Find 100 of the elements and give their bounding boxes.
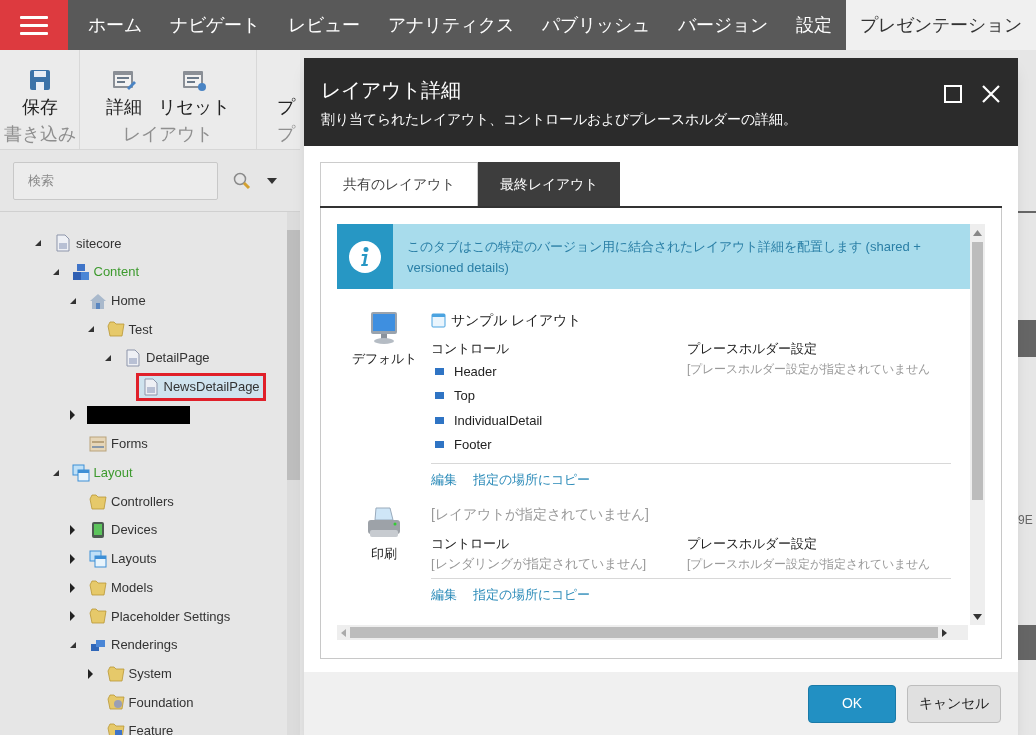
action-link[interactable]: 指定の場所にコピー — [473, 584, 590, 604]
layout-edit-icon — [111, 68, 137, 92]
search-icon[interactable] — [232, 170, 252, 191]
control-icon — [435, 416, 444, 424]
collapse-arrow-icon[interactable] — [86, 325, 95, 334]
ribbon-group-label: 書き込み — [3, 125, 76, 143]
menu-tab[interactable]: バージョン — [664, 0, 782, 50]
info-icon — [348, 239, 382, 274]
action-link[interactable]: 編集 — [431, 584, 457, 604]
ok-button[interactable]: OK — [808, 684, 896, 723]
tree-item[interactable]: Renderings — [83, 631, 184, 659]
menu-tab[interactable]: パブリッシュ — [528, 0, 664, 50]
close-icon[interactable] — [981, 84, 1001, 104]
control-name[interactable]: IndividualDetail — [454, 410, 543, 430]
control-name[interactable]: Top — [454, 386, 475, 406]
tree-item[interactable]: Devices — [83, 516, 164, 544]
device-name: 印刷 — [371, 544, 397, 563]
search-field[interactable]: 検索 — [13, 161, 218, 200]
ribbon-group-label: プ — [277, 125, 295, 143]
maximize-icon[interactable] — [943, 84, 963, 104]
house-icon — [89, 291, 107, 310]
folder-block-icon — [106, 722, 125, 735]
page-icon — [124, 349, 142, 368]
printer-icon — [366, 505, 402, 540]
cancel-button[interactable]: キャンセル — [907, 684, 1001, 723]
layout-name[interactable]: サンプル レイアウト — [451, 309, 581, 331]
folder-icon — [89, 578, 107, 597]
ribbon-button[interactable]: リセット — [158, 68, 230, 125]
tree-item[interactable]: Models — [83, 573, 159, 602]
vertical-scrollbar[interactable] — [970, 224, 985, 625]
tree-item[interactable]: Layouts — [83, 545, 163, 573]
scrollbar[interactable] — [287, 212, 300, 735]
ribbon-button[interactable]: 保存 — [21, 68, 58, 125]
windows-icon — [71, 463, 90, 482]
control-name[interactable]: Footer — [454, 435, 492, 455]
menu-icon — [20, 15, 48, 35]
action-link[interactable]: 指定の場所にコピー — [473, 470, 590, 490]
collapse-arrow-icon[interactable] — [104, 354, 112, 363]
expand-arrow-icon[interactable] — [69, 553, 76, 564]
expand-arrow-icon[interactable] — [86, 668, 94, 679]
collapse-arrow-icon[interactable] — [51, 468, 60, 477]
tree-item[interactable]: DetailPage — [118, 344, 216, 372]
scroll-right-icon[interactable] — [942, 628, 947, 637]
column-heading: プレースホルダー設定 — [687, 534, 818, 553]
tree-item[interactable]: Foundation — [100, 688, 200, 717]
windows-icon — [89, 549, 107, 568]
device-name: デフォルト — [351, 350, 417, 368]
tree-item[interactable]: Test — [100, 315, 159, 344]
tree-item[interactable]: Controllers — [83, 487, 180, 516]
collapse-arrow-icon[interactable] — [69, 640, 77, 649]
column-heading: コントロール — [431, 534, 510, 553]
collapse-arrow-icon[interactable] — [51, 268, 60, 277]
control-name[interactable]: Header — [454, 361, 497, 381]
ribbon-button[interactable]: 詳細 — [106, 68, 142, 125]
menu-tab[interactable]: ホーム — [74, 0, 156, 50]
expand-arrow-icon[interactable] — [69, 525, 76, 536]
control-icon — [435, 392, 444, 400]
ribbon-text[interactable]: プ — [277, 68, 295, 125]
menu-button[interactable] — [0, 0, 68, 50]
folder-gear-icon — [106, 693, 125, 712]
layout-name: [レイアウトが指定されていません] — [431, 505, 649, 524]
menu-tab[interactable]: プレゼンテーション — [846, 0, 1036, 50]
menu-tab[interactable]: ナビゲート — [156, 0, 274, 50]
dropdown-caret-icon[interactable] — [266, 176, 278, 185]
background-bar — [1018, 625, 1036, 660]
scroll-down-icon[interactable] — [973, 614, 982, 620]
horizontal-scrollbar[interactable] — [337, 625, 968, 640]
dialog-tab[interactable]: 共有のレイアウト — [320, 162, 478, 206]
layout-reset-icon — [181, 68, 207, 92]
expand-arrow-icon[interactable] — [69, 611, 76, 622]
tree-item[interactable]: NewsDetailPage — [135, 373, 266, 401]
menu-tab[interactable]: レビュー — [274, 0, 374, 50]
collapse-arrow-icon[interactable] — [69, 296, 77, 305]
layout-icon — [431, 312, 446, 328]
tree-item[interactable]: Forms — [83, 430, 154, 458]
tree-item[interactable]: Home — [83, 286, 152, 315]
menu-tab[interactable]: 設定 — [782, 0, 846, 50]
dialog-tab[interactable]: 最終レイアウト — [478, 162, 620, 206]
folder-icon — [89, 492, 107, 511]
background-text: 9E — [1018, 512, 1034, 529]
page-icon — [141, 377, 160, 396]
menu-tab[interactable]: アナリティクス — [374, 0, 528, 50]
tree-item[interactable]: Feature — [100, 717, 180, 735]
folder-icon — [89, 607, 107, 626]
empty-note: [プレースホルダー設定が指定されていません — [687, 361, 931, 378]
expand-arrow-icon[interactable] — [69, 410, 76, 421]
control-icon — [435, 367, 444, 375]
tree-item[interactable]: System — [100, 659, 178, 688]
action-link[interactable]: 編集 — [431, 470, 457, 490]
scroll-up-icon[interactable] — [973, 230, 982, 236]
save-icon — [27, 68, 52, 92]
tree-item[interactable]: Placeholder Settings — [83, 602, 237, 631]
dialog-subtitle: 割り当てられたレイアウト、コントロールおよびプレースホルダーの詳細。 — [321, 110, 797, 129]
column-heading: プレースホルダー設定 — [687, 340, 818, 358]
empty-note: [プレースホルダー設定が指定されていません — [687, 555, 931, 573]
tree-item[interactable]: sitecore — [48, 229, 128, 258]
expand-arrow-icon[interactable] — [69, 582, 76, 593]
info-text: このタブはこの特定のバージョン用に結合されたレイアウト詳細を配置します (shared + versioned details) — [406, 238, 922, 277]
background-bar — [1018, 320, 1036, 357]
collapse-arrow-icon[interactable] — [34, 239, 42, 248]
